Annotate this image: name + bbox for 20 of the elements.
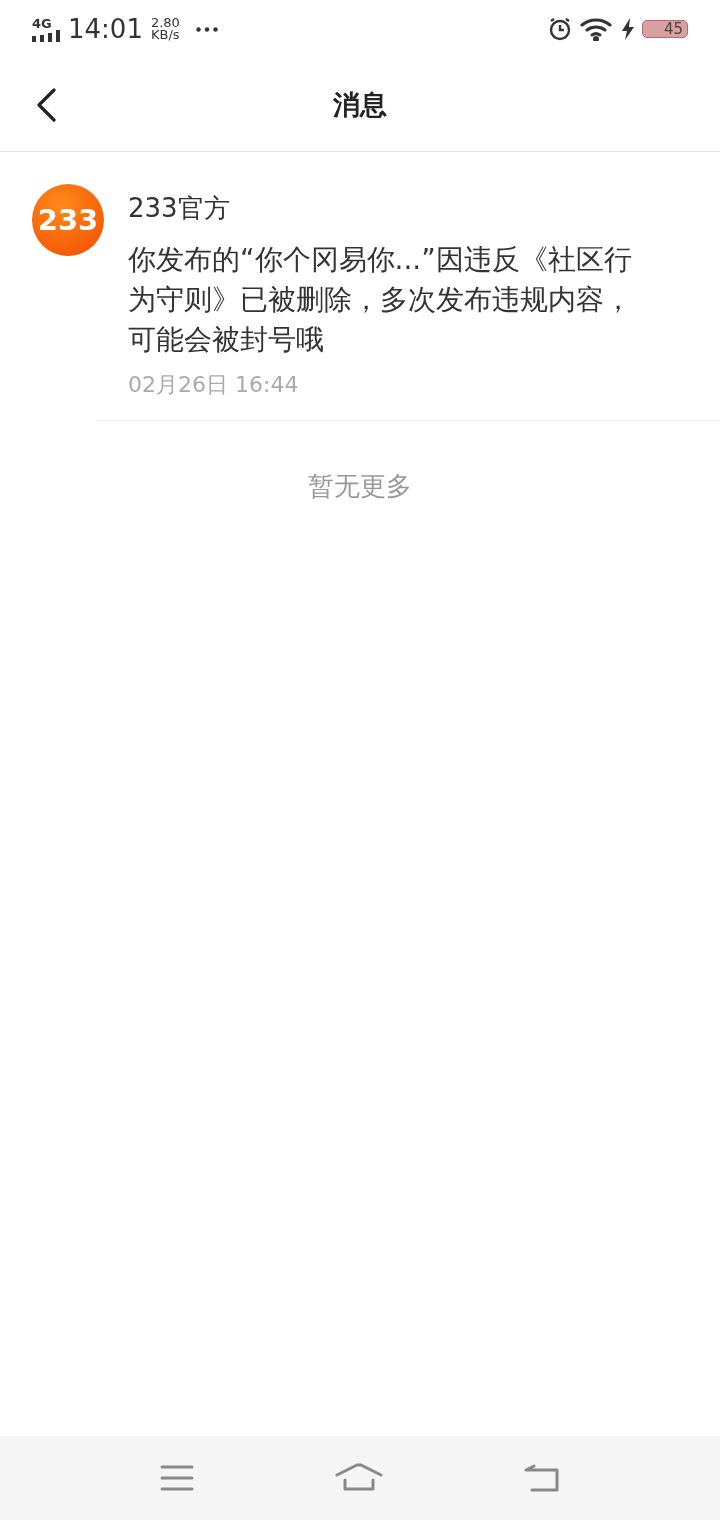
network-type: 4G	[32, 16, 52, 30]
menu-icon[interactable]	[160, 1465, 195, 1491]
signal-icon	[32, 29, 60, 42]
speed-unit: KB/s	[150, 29, 180, 41]
wifi-icon	[580, 17, 614, 41]
status-time: 14:01	[68, 14, 143, 44]
avatar-logo: 233	[32, 184, 104, 256]
message-text: 你发布的“你个冈易你...”因违反《社区行为守则》已被删除，多次发布违规内容，可能会被封号哦	[128, 242, 633, 358]
charging-icon	[622, 18, 634, 40]
no-more-label: 暂无更多	[308, 470, 412, 503]
battery-indicator: 45	[642, 20, 688, 38]
alarm-icon	[548, 17, 572, 41]
message-time: 02月26日 16:44	[128, 371, 300, 399]
page-title: 消息	[333, 87, 387, 122]
back-nav-icon[interactable]	[523, 1464, 560, 1492]
speed-value: 2.80	[150, 17, 180, 29]
back-icon[interactable]	[36, 88, 58, 122]
home-icon[interactable]	[335, 1463, 383, 1493]
more-icon	[195, 26, 218, 32]
sender-name: 233官方	[128, 192, 231, 225]
